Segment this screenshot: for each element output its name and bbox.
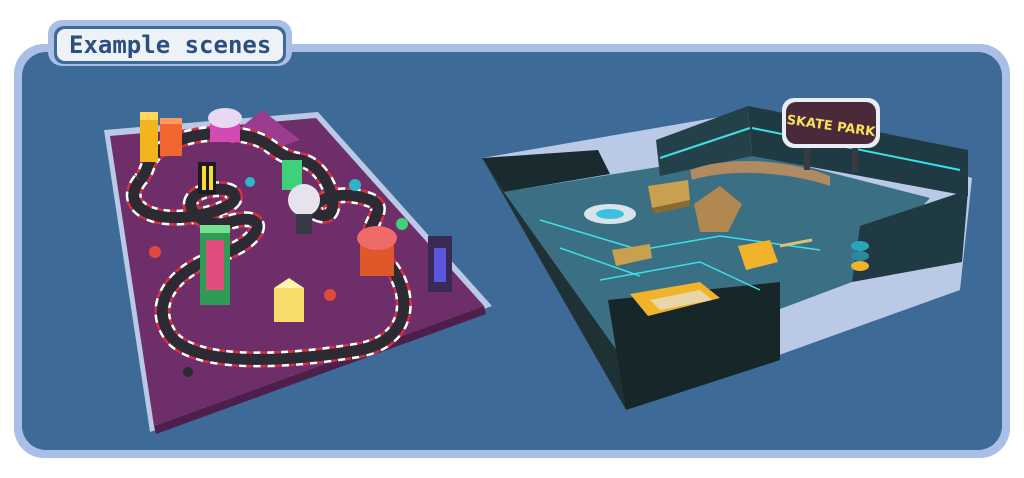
scenes-panel [22,52,1002,450]
section-title: Example scenes [57,29,284,61]
section-tab: Example scenes [48,20,293,66]
